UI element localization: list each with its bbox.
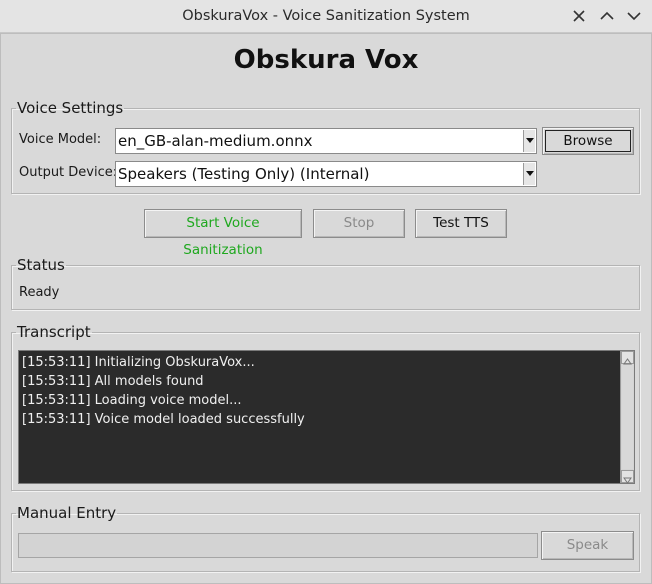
transcript-line: [15:53:11] Loading voice model...	[22, 393, 242, 408]
speak-button[interactable]: Speak	[541, 531, 634, 560]
manual-entry-input[interactable]	[18, 533, 538, 558]
dropdown-arrow-icon[interactable]	[523, 163, 535, 185]
title-bar: ObskuraVox - Voice Sanitization System	[0, 0, 652, 33]
transcript-line: [15:53:11] All models found	[22, 374, 204, 389]
close-icon[interactable]	[570, 7, 588, 25]
voice-settings-legend: Voice Settings	[17, 99, 124, 117]
chevron-up-icon[interactable]	[598, 7, 616, 25]
status-group: Status	[11, 256, 640, 310]
voice-model-label: Voice Model:	[19, 132, 102, 147]
transcript-line: [15:53:11] Initializing ObskuraVox...	[22, 355, 255, 370]
transcript-log[interactable]: [15:53:11] Initializing ObskuraVox... [1…	[18, 350, 635, 484]
browse-button[interactable]: Browse	[542, 127, 634, 155]
chevron-down-icon[interactable]	[625, 7, 643, 25]
window-title: ObskuraVox - Voice Sanitization System	[182, 8, 470, 24]
status-text: Ready	[19, 285, 60, 300]
stop-button[interactable]: Stop	[313, 209, 405, 238]
status-legend: Status	[17, 256, 65, 274]
manual-entry-legend: Manual Entry	[17, 504, 117, 522]
dropdown-arrow-icon[interactable]	[523, 130, 535, 152]
scroll-down-icon[interactable]	[621, 470, 634, 484]
transcript-scrollbar[interactable]	[620, 351, 634, 484]
test-tts-button[interactable]: Test TTS	[415, 209, 507, 238]
scrollbar-thumb[interactable]	[622, 365, 633, 469]
start-voice-sanitization-button[interactable]: Start Voice Sanitization	[144, 209, 302, 258]
output-device-label: Output Device:	[19, 165, 118, 180]
scroll-up-icon[interactable]	[621, 351, 634, 365]
transcript-legend: Transcript	[17, 323, 91, 341]
output-device-value: Speakers (Testing Only) (Internal)	[118, 165, 370, 183]
voice-model-value: en_GB-alan-medium.onnx	[118, 132, 313, 150]
app-heading: Obskura Vox	[233, 45, 419, 75]
voice-model-combo[interactable]: en_GB-alan-medium.onnx	[115, 128, 537, 154]
transcript-line: [15:53:11] Voice model loaded successful…	[22, 412, 305, 427]
output-device-combo[interactable]: Speakers (Testing Only) (Internal)	[115, 161, 537, 187]
